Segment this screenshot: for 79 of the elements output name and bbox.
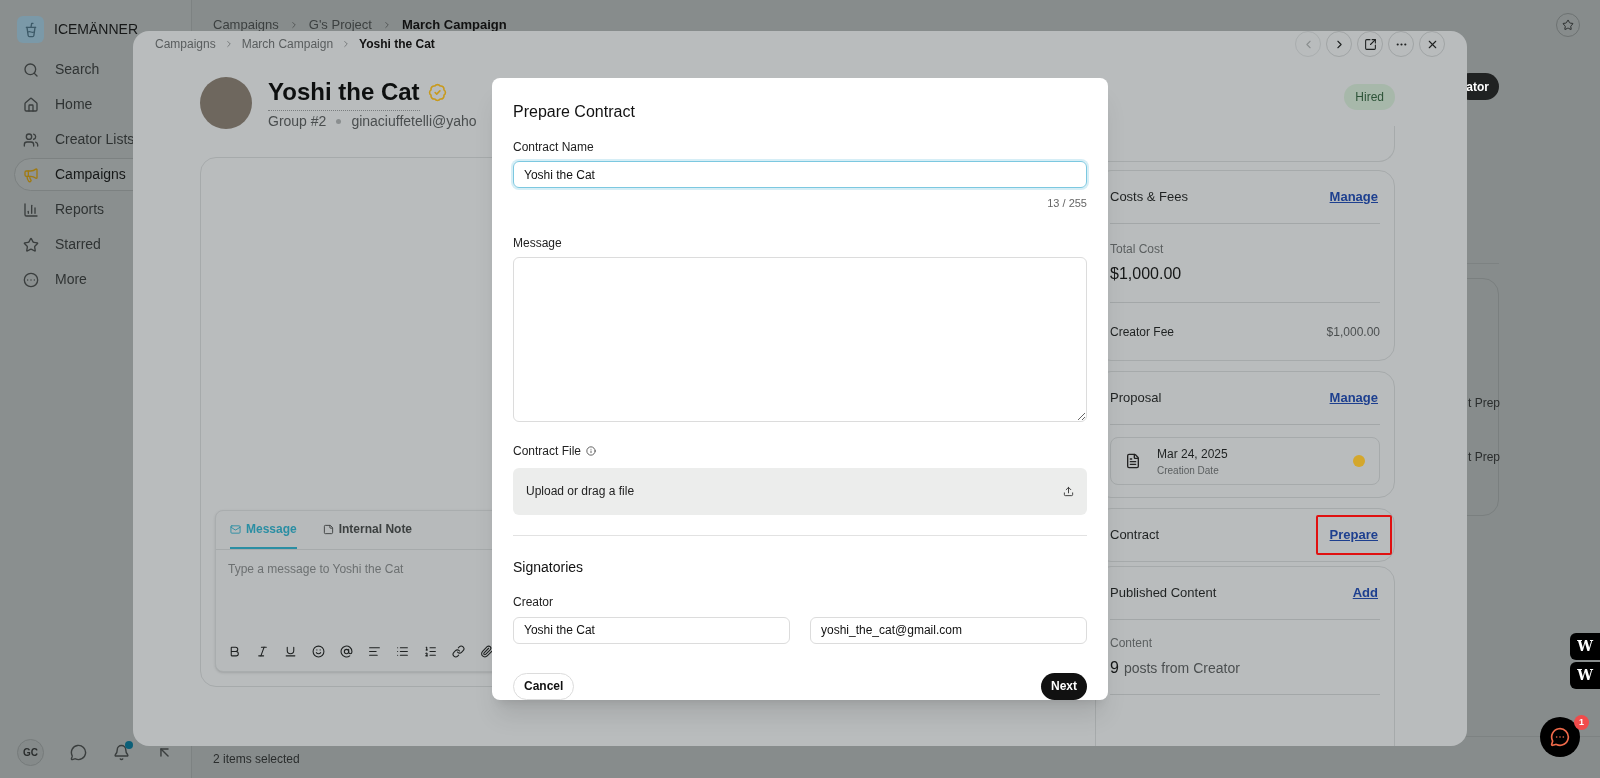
composer-tab[interactable]: Internal Note (322, 511, 413, 549)
align-icon[interactable] (368, 644, 381, 658)
proposal-date: Mar 24, 2025 (1157, 445, 1229, 463)
section-action-link[interactable]: Prepare (1315, 515, 1392, 555)
signer-email-input[interactable]: yoshi_the_cat@gmail.com (810, 616, 1087, 644)
section-heading: Signatories (513, 557, 585, 577)
proposal-item[interactable]: Mar 24, 2025 Creation Date (1110, 437, 1380, 485)
user-avatar[interactable]: GC (17, 739, 44, 766)
breadcrumb-link[interactable]: March Campaign (401, 15, 507, 35)
bold-icon[interactable] (228, 644, 241, 658)
info-icon[interactable] (586, 445, 597, 456)
numbered-list-icon[interactable] (424, 644, 437, 658)
upload-icon (1063, 485, 1074, 497)
underline-icon[interactable] (284, 644, 297, 658)
field-label: Message (513, 234, 563, 252)
section-action-link[interactable]: Manage (1315, 378, 1392, 418)
character-counter: 13 / 255 (1047, 196, 1087, 211)
breadcrumb-link[interactable]: Campaigns (213, 15, 279, 35)
section-title: Published Content (1110, 584, 1217, 603)
external-link-icon (1363, 37, 1377, 51)
selection-count: 2 items selected (213, 751, 300, 768)
content-label: Content (1110, 635, 1154, 652)
signer-name-input[interactable]: Yoshi the Cat (513, 616, 790, 644)
breadcrumb-link[interactable]: Yoshi the Cat (359, 35, 435, 53)
nav-icon (23, 131, 39, 148)
unread-badge: 1 (1574, 715, 1589, 730)
post-count: 9 (1110, 658, 1119, 678)
creator-email: ginaciuffetelli@yaho (351, 111, 477, 131)
breadcrumb-link[interactable]: March Campaign (241, 35, 334, 53)
creator-group: Group #2 (268, 110, 327, 132)
status-badge: Hired (1344, 84, 1395, 110)
nav-icon (23, 201, 39, 218)
creator-fee-label: Creator Fee (1110, 323, 1175, 341)
chat-icon[interactable] (70, 744, 87, 761)
next-button[interactable]: Next (1041, 672, 1087, 700)
background-row-text: t Prep (1468, 395, 1500, 412)
logo-icon (17, 16, 44, 43)
total-cost-label: Total Cost (1110, 241, 1165, 258)
chat-bubble-icon (1550, 727, 1570, 747)
total-cost-value: $1,000.00 (1110, 264, 1183, 284)
section-action-link[interactable]: Add (1338, 573, 1392, 613)
breadcrumb-link[interactable]: Campaigns (155, 35, 216, 53)
nav-icon (23, 271, 39, 288)
section-title: Proposal (1110, 389, 1162, 408)
side-widget[interactable]: W (1570, 633, 1600, 660)
star-icon (1562, 19, 1574, 31)
brand-name: ICEMÄNNER (54, 20, 138, 39)
mention-icon[interactable] (340, 644, 353, 658)
nav-icon (23, 166, 39, 183)
nav-icon (23, 61, 39, 78)
chat-launcher-button[interactable] (1540, 717, 1580, 757)
notification-bell[interactable] (113, 744, 130, 761)
avatar-photo-placeholder (200, 76, 252, 129)
emoji-icon[interactable] (312, 644, 325, 658)
field-label: Creator (513, 593, 554, 611)
mail-icon (230, 523, 241, 535)
proposal-caption: Creation Date (1157, 463, 1220, 478)
section-title: Contract (1110, 526, 1160, 545)
bullet-list-icon[interactable] (396, 644, 409, 658)
creator-name: Yoshi the Cat (268, 73, 420, 111)
dialog-title: Prepare Contract (513, 102, 636, 122)
section-title: Costs & Fees (1110, 188, 1189, 207)
field-label: Contract Name (513, 139, 595, 156)
side-widget[interactable]: W (1570, 662, 1600, 689)
creator-fee-value: $1,000.00 (1326, 323, 1380, 341)
document-icon (1125, 453, 1141, 469)
contract-name-input[interactable]: Yoshi the Cat (513, 161, 1087, 188)
background-row-text: t Prep (1468, 449, 1500, 466)
nav-icon (23, 236, 39, 253)
post-count-text: posts from Creator (1123, 659, 1240, 678)
file-upload-area[interactable]: Upload or drag a file (513, 467, 1087, 515)
note-icon (322, 523, 334, 535)
section-action-link[interactable]: Manage (1315, 177, 1392, 217)
attachment-icon[interactable] (480, 644, 493, 658)
nav-icon (23, 96, 39, 113)
italic-icon[interactable] (256, 644, 269, 658)
link-icon[interactable] (452, 644, 465, 658)
breadcrumb-link[interactable]: G's Project (308, 15, 372, 35)
field-label: Contract File (513, 442, 582, 460)
